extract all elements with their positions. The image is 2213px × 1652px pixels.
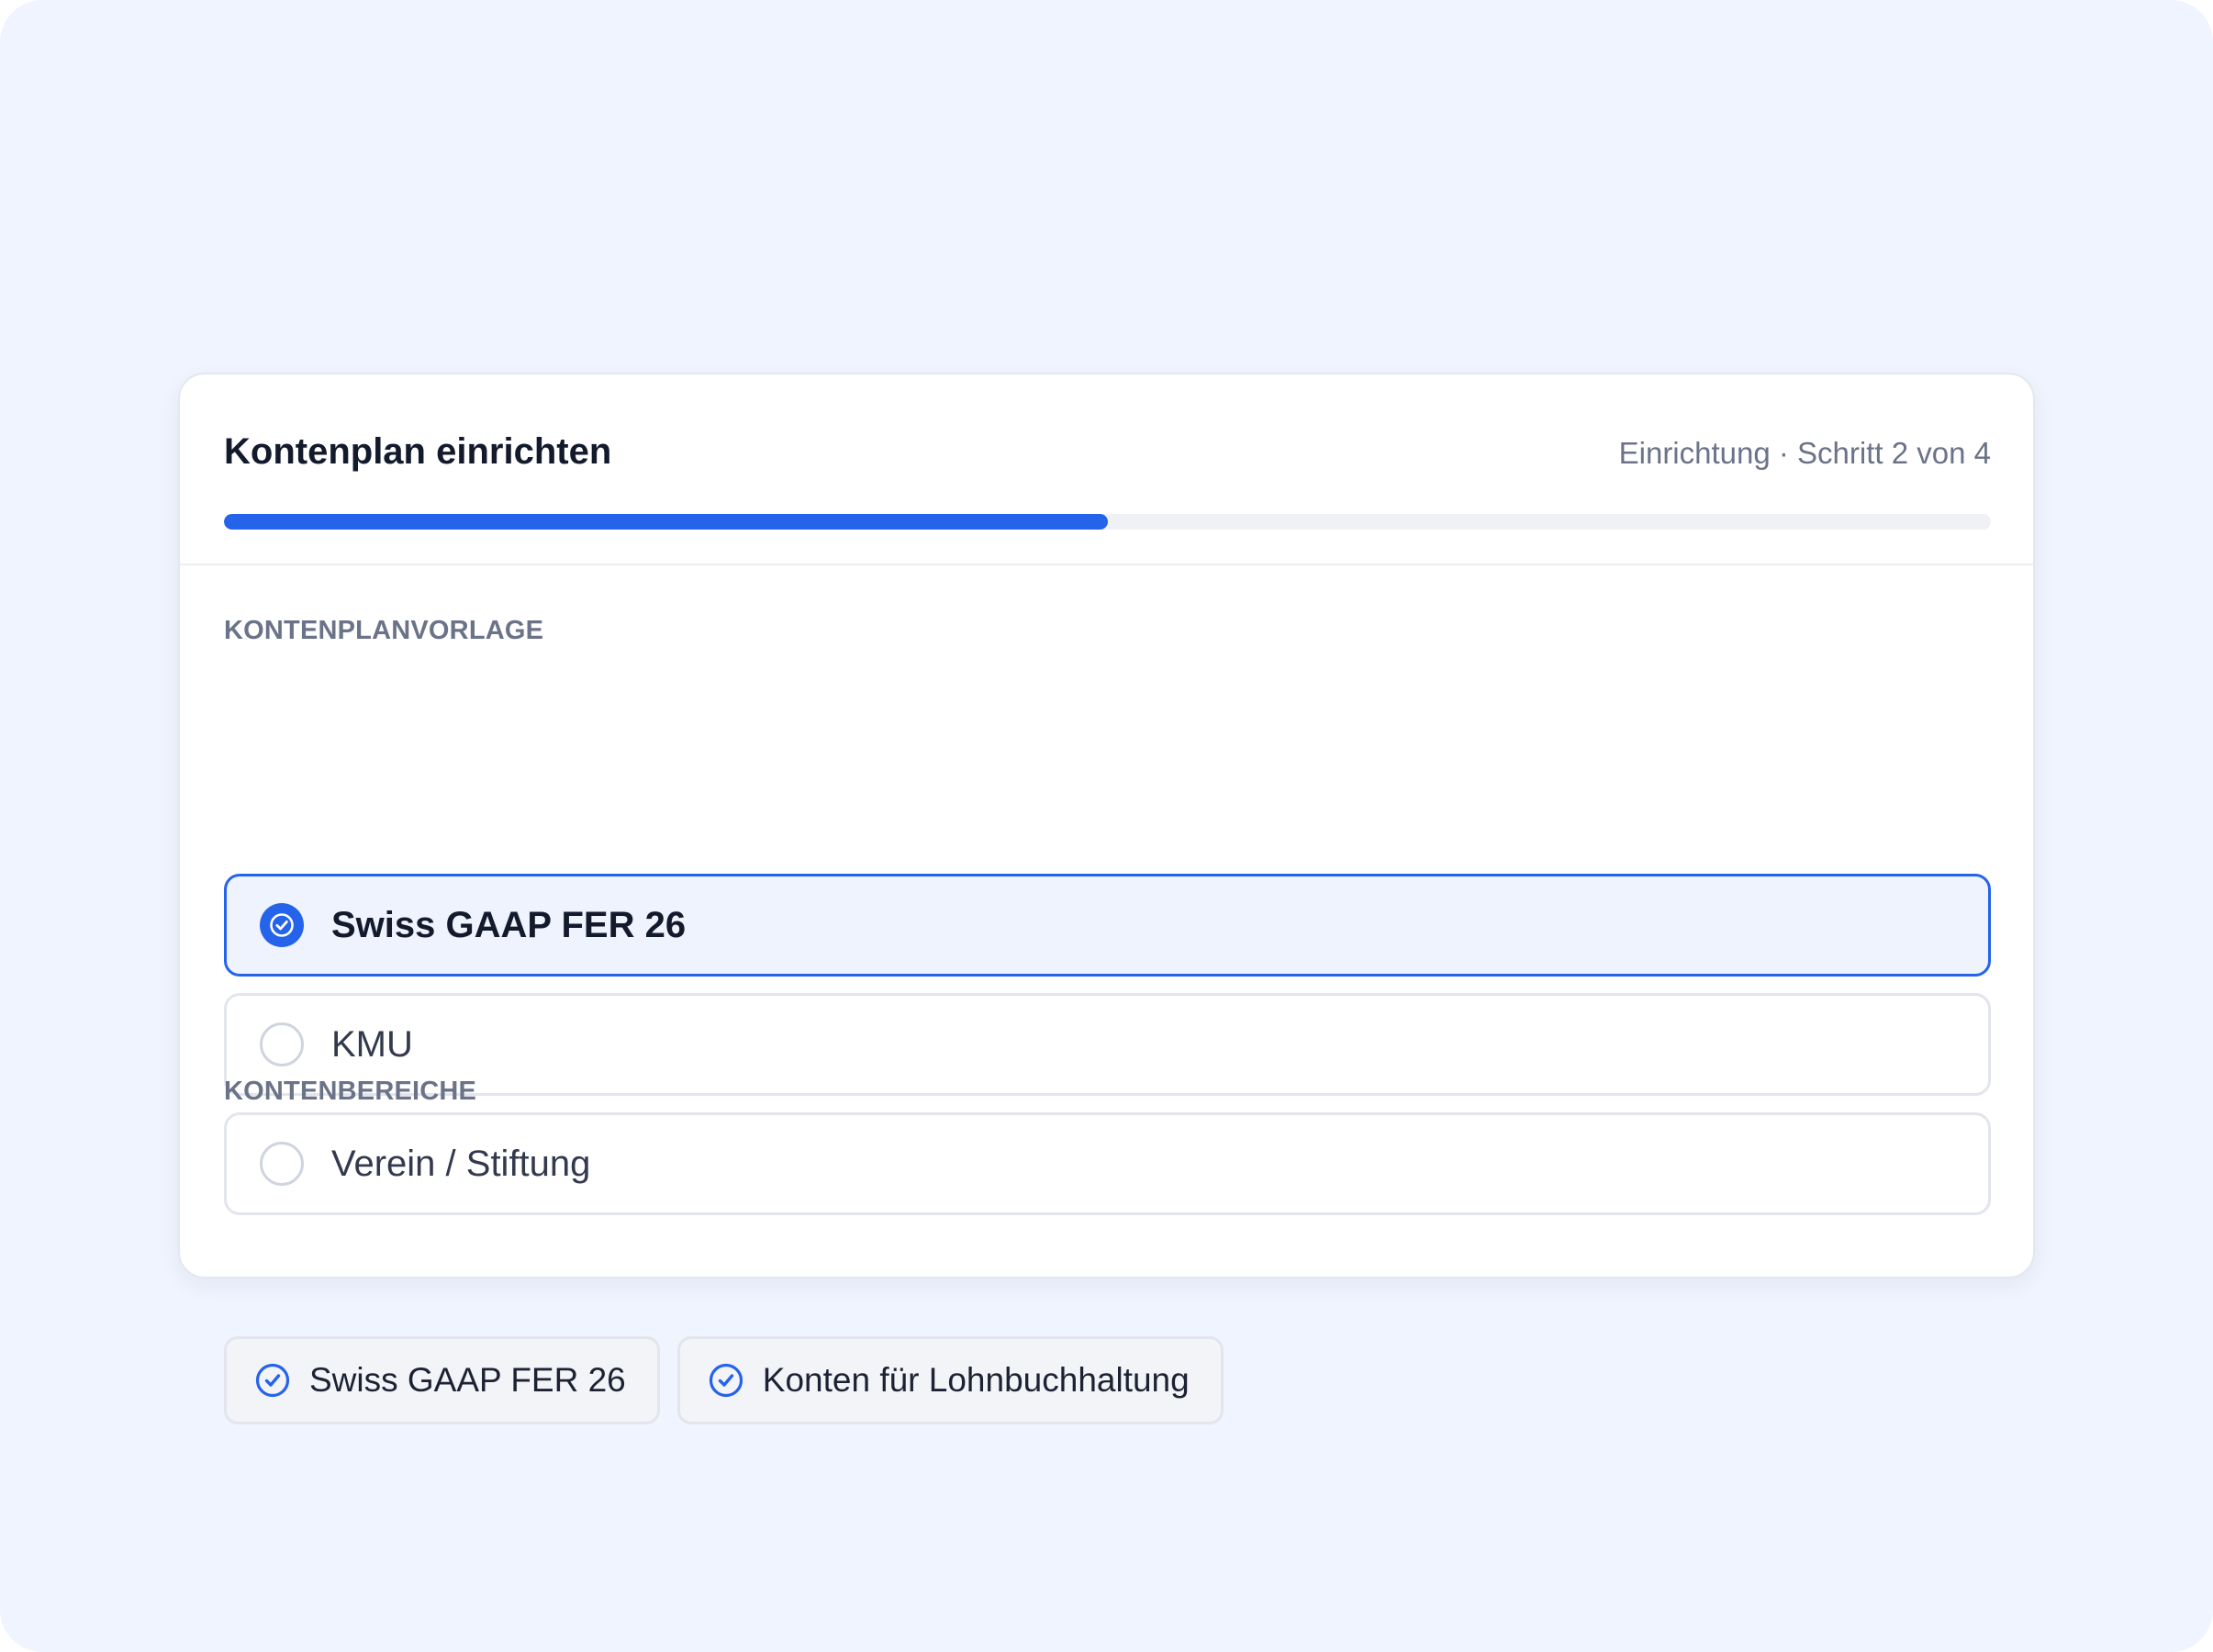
radio-checked-icon[interactable] [260, 903, 304, 947]
progress-fill [224, 514, 1108, 530]
check-circle-icon [709, 1363, 743, 1398]
setup-wizard-card: Kontenplan einrichten Einrichtung · Schr… [178, 373, 2035, 1424]
wizard-header: Kontenplan einrichten Einrichtung · Schr… [180, 374, 2033, 565]
option-label: KMU [331, 1024, 413, 1065]
step-indicator: Einrichtung · Schritt 2 von 4 [1618, 436, 1991, 470]
radio-empty-icon[interactable] [260, 1022, 304, 1066]
page-title: Kontenplan einrichten [224, 431, 612, 472]
option-label: Verein / Stiftung [331, 1144, 591, 1184]
page-background: Kontenplan einrichten Einrichtung · Schr… [0, 0, 2213, 1652]
option-label: Swiss GAAP FER 26 [331, 905, 687, 945]
section-label-template: KONTENPLANVORLAGE [224, 616, 544, 645]
radio-empty-icon[interactable] [260, 1142, 304, 1186]
option-kmu[interactable]: KMU [224, 993, 1991, 1096]
account-area-chips: Swiss GAAP FER 26 Konten für Lohnbuchhal… [224, 1336, 1241, 1424]
progress-bar [224, 514, 1991, 530]
check-circle-icon [255, 1363, 290, 1398]
chip-konten-lohnbuchhaltung[interactable]: Konten für Lohnbuchhaltung [676, 1336, 1224, 1424]
section-label-areas: KONTENBEREICHE [224, 1077, 477, 1106]
option-swiss-gaap-fer-26[interactable]: Swiss GAAP FER 26 [224, 874, 1991, 977]
chip-label: Konten für Lohnbuchhaltung [762, 1360, 1190, 1399]
chip-label: Swiss GAAP FER 26 [309, 1360, 626, 1399]
option-verein-stiftung[interactable]: Verein / Stiftung [224, 1112, 1991, 1215]
chip-swiss-gaap-fer-26[interactable]: Swiss GAAP FER 26 [224, 1336, 660, 1424]
